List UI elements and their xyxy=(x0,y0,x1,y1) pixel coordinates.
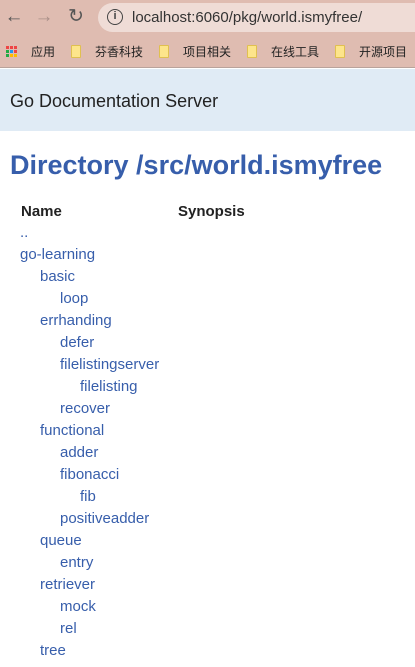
bookmark-label: 在线工具 xyxy=(271,45,320,59)
directory-link[interactable]: loop xyxy=(60,290,88,308)
folder-icon xyxy=(159,45,169,58)
directory-link[interactable]: filelistingserver xyxy=(60,356,159,374)
reload-button[interactable]: ↻ xyxy=(64,6,88,28)
directory-link[interactable]: .. xyxy=(20,224,28,242)
bookmark-apps[interactable]: 应用 xyxy=(6,43,55,60)
site-header: Go Documentation Server xyxy=(0,69,415,131)
bookmarks-bar: 应用 芬香科技 项目相关 在线工具 开源项目 xyxy=(0,34,415,68)
apps-icon xyxy=(6,46,17,57)
folder-icon xyxy=(335,45,345,58)
directory-link[interactable]: defer xyxy=(60,334,94,352)
bookmark-label: 应用 xyxy=(31,45,56,59)
column-header-name: Name xyxy=(21,203,62,220)
directory-link[interactable]: tree xyxy=(40,642,66,660)
back-button[interactable]: ← xyxy=(2,6,26,28)
directory-link[interactable]: rel xyxy=(60,620,77,638)
directory-link[interactable]: retriever xyxy=(40,576,95,594)
folder-icon xyxy=(71,45,81,58)
bookmark-label: 芬香科技 xyxy=(95,45,144,59)
info-icon[interactable]: i xyxy=(107,9,123,25)
url-text: localhost:6060/pkg/world.ismyfree/ xyxy=(132,9,363,26)
bookmark-folder[interactable]: 开源项目 xyxy=(335,43,407,60)
page-title: Directory /src/world.ismyfree xyxy=(10,150,383,180)
directory-link[interactable]: go-learning xyxy=(20,246,95,264)
directory-link[interactable]: adder xyxy=(60,444,98,462)
column-header-synopsis: Synopsis xyxy=(178,203,245,220)
address-bar[interactable]: i localhost:6060/pkg/world.ismyfree/ xyxy=(98,3,415,32)
directory-link[interactable]: queue xyxy=(40,532,82,550)
directory-link[interactable]: mock xyxy=(60,598,96,616)
folder-icon xyxy=(247,45,257,58)
site-title[interactable]: Go Documentation Server xyxy=(10,91,218,112)
bookmark-folder[interactable]: 项目相关 xyxy=(159,43,231,60)
browser-chrome: ← → ↻ i localhost:6060/pkg/world.ismyfre… xyxy=(0,0,415,68)
bookmark-label: 开源项目 xyxy=(359,45,408,59)
bookmark-folder[interactable]: 在线工具 xyxy=(247,43,319,60)
directory-link[interactable]: fib xyxy=(80,488,96,506)
directory-link[interactable]: recover xyxy=(60,400,110,418)
bookmark-label: 项目相关 xyxy=(183,45,232,59)
directory-link[interactable]: errhanding xyxy=(40,312,112,330)
bookmark-folder[interactable]: 芬香科技 xyxy=(71,43,143,60)
directory-link[interactable]: entry xyxy=(60,554,93,572)
directory-link[interactable]: filelisting xyxy=(80,378,138,396)
directory-link[interactable]: positiveadder xyxy=(60,510,149,528)
directory-link[interactable]: fibonacci xyxy=(60,466,119,484)
directory-link[interactable]: functional xyxy=(40,422,104,440)
directory-link[interactable]: basic xyxy=(40,268,75,286)
forward-button[interactable]: → xyxy=(32,6,56,28)
